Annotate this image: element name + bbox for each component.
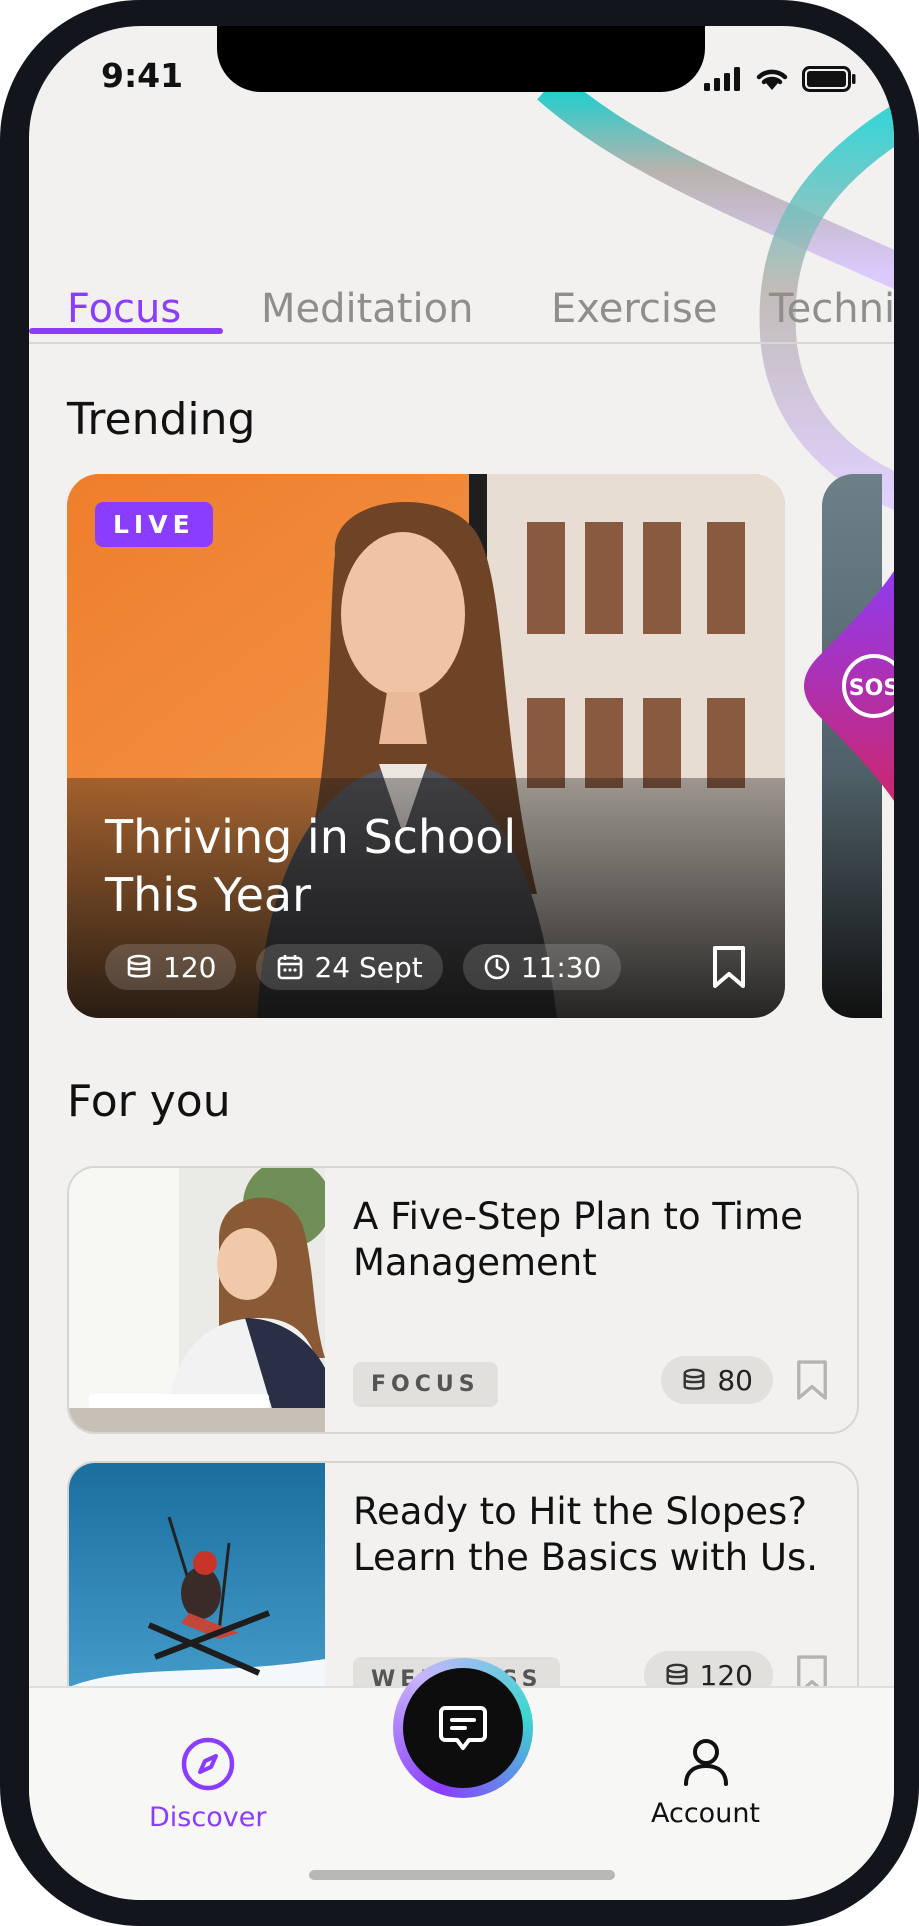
nav-account-label: Account	[651, 1798, 761, 1829]
date-pill: 24 Sept	[256, 944, 443, 990]
active-tab-indicator	[29, 328, 223, 334]
status-icons	[704, 66, 856, 92]
trending-card-title: Thriving in School This Year	[105, 810, 517, 922]
status-time: 9:41	[101, 56, 184, 95]
time-value: 11:30	[520, 950, 602, 984]
coins-icon	[666, 1663, 688, 1685]
list-item[interactable]: A Five-Step Plan to Time Management FOCU…	[67, 1166, 859, 1434]
wifi-icon	[756, 69, 788, 90]
list-item-title: A Five-Step Plan to Time Management	[353, 1195, 803, 1284]
tab-techniques[interactable]: Techni	[769, 286, 894, 332]
nav-discover-label: Discover	[149, 1802, 267, 1833]
user-icon	[683, 1739, 728, 1786]
coins-icon	[683, 1368, 705, 1390]
calendar-icon	[278, 955, 303, 980]
app-screen: 9:41 Focus Meditation Exercise Techni Tr…	[29, 26, 894, 1900]
battery-icon	[802, 66, 856, 92]
signal-icon	[704, 67, 740, 91]
sos-button[interactable]: SOS	[789, 546, 894, 826]
phone-frame: 9:41 Focus Meditation Exercise Techni Tr…	[0, 0, 919, 1926]
list-item-title: Ready to Hit the Slopes? Learn the Basic…	[353, 1490, 819, 1579]
chat-button[interactable]	[393, 1658, 533, 1798]
sos-label: SOS	[849, 676, 894, 701]
nav-account[interactable]: Account	[651, 1736, 760, 1829]
chat-button-core	[403, 1668, 523, 1788]
notch	[217, 26, 705, 92]
nav-discover[interactable]: Discover	[149, 1736, 266, 1833]
tab-focus[interactable]: Focus	[67, 286, 181, 332]
coins-pill: 120	[105, 944, 237, 990]
coins-icon	[127, 954, 151, 978]
trending-heading: Trending	[67, 394, 256, 445]
chat-icon	[439, 1706, 487, 1750]
bookmark-icon[interactable]	[795, 1358, 829, 1402]
tab-meditation[interactable]: Meditation	[261, 286, 473, 332]
category-tag: FOCUS	[353, 1362, 498, 1407]
clock-icon	[484, 954, 510, 980]
trending-card[interactable]: LIVE Thriving in School This Year 120 24…	[67, 474, 785, 1018]
coins-pill: 80	[661, 1356, 773, 1404]
coins-value: 80	[717, 1363, 753, 1397]
time-pill: 11:30	[462, 944, 622, 990]
trending-meta: 120 24 Sept 11:30	[105, 944, 622, 990]
compass-icon	[181, 1737, 234, 1791]
date-value: 24 Sept	[314, 950, 423, 984]
bookmark-icon[interactable]	[711, 944, 747, 990]
live-badge: LIVE	[95, 502, 213, 547]
tab-exercise[interactable]: Exercise	[551, 286, 717, 332]
coins-value: 120	[163, 950, 217, 984]
for-you-heading: For you	[67, 1076, 231, 1127]
item-thumbnail	[69, 1168, 325, 1432]
home-indicator	[309, 1870, 615, 1880]
